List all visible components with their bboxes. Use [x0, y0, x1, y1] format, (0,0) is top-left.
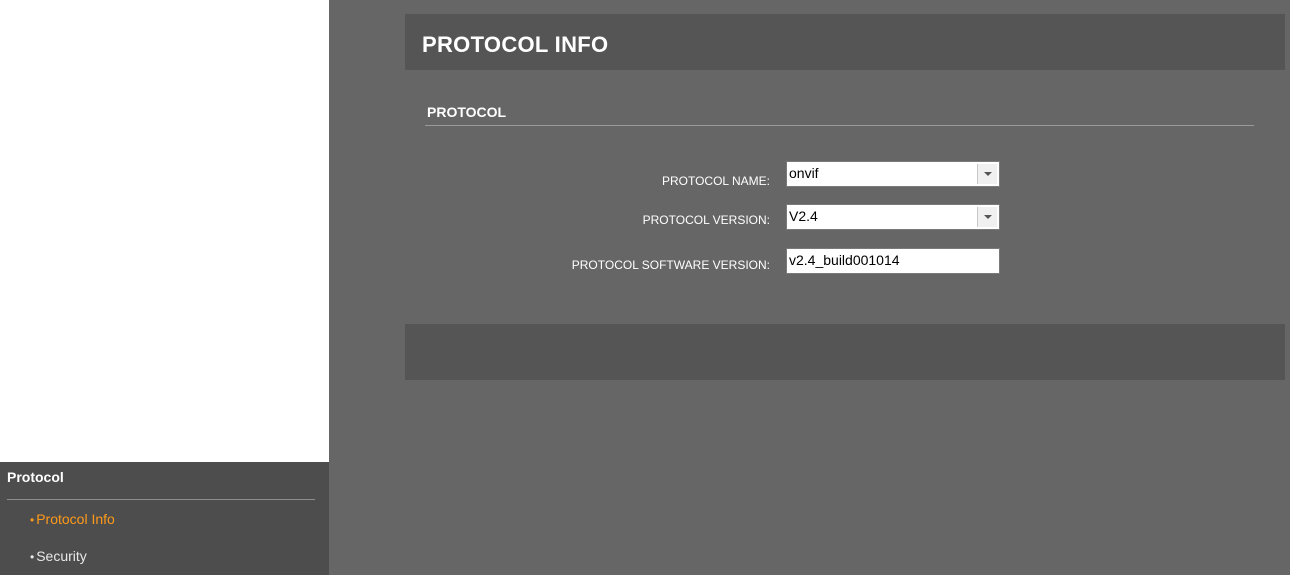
footer-bar [405, 324, 1285, 380]
sidebar-item-protocol-info[interactable]: • Protocol Info [30, 511, 115, 527]
protocol-version-label: PROTOCOL VERSION: [642, 213, 770, 227]
sidebar: Protocol • Protocol Info • Security [0, 0, 329, 575]
main-content: PROTOCOL INFO PROTOCOL PROTOCOL NAME: on… [329, 0, 1290, 575]
page-title: PROTOCOL INFO [422, 32, 609, 57]
chevron-down-icon[interactable] [977, 164, 997, 184]
protocol-version-select[interactable]: V2.4 [786, 204, 1000, 230]
sidebar-item-label: Protocol Info [36, 511, 115, 527]
sidebar-divider [7, 499, 315, 500]
header-bar: PROTOCOL INFO [405, 14, 1285, 70]
protocol-name-select[interactable]: onvif [786, 161, 1000, 187]
protocol-name-label: PROTOCOL NAME: [661, 174, 770, 188]
software-version-field[interactable] [786, 248, 1000, 274]
software-version-input[interactable] [789, 252, 989, 268]
sidebar-item-security[interactable]: • Security [30, 548, 87, 564]
section-divider [425, 125, 1254, 126]
chevron-down-icon[interactable] [977, 207, 997, 227]
sidebar-item-label: Security [36, 548, 87, 564]
protocol-name-value: onvif [789, 165, 819, 181]
sidebar-section-protocol: Protocol • Protocol Info • Security [0, 462, 329, 575]
software-version-label: PROTOCOL SOFTWARE VERSION: [571, 258, 770, 272]
bullet-icon: • [30, 513, 35, 527]
section-title: PROTOCOL [427, 104, 507, 120]
protocol-version-value: V2.4 [789, 208, 818, 224]
sidebar-heading: Protocol [7, 469, 64, 485]
bullet-icon: • [30, 550, 35, 564]
